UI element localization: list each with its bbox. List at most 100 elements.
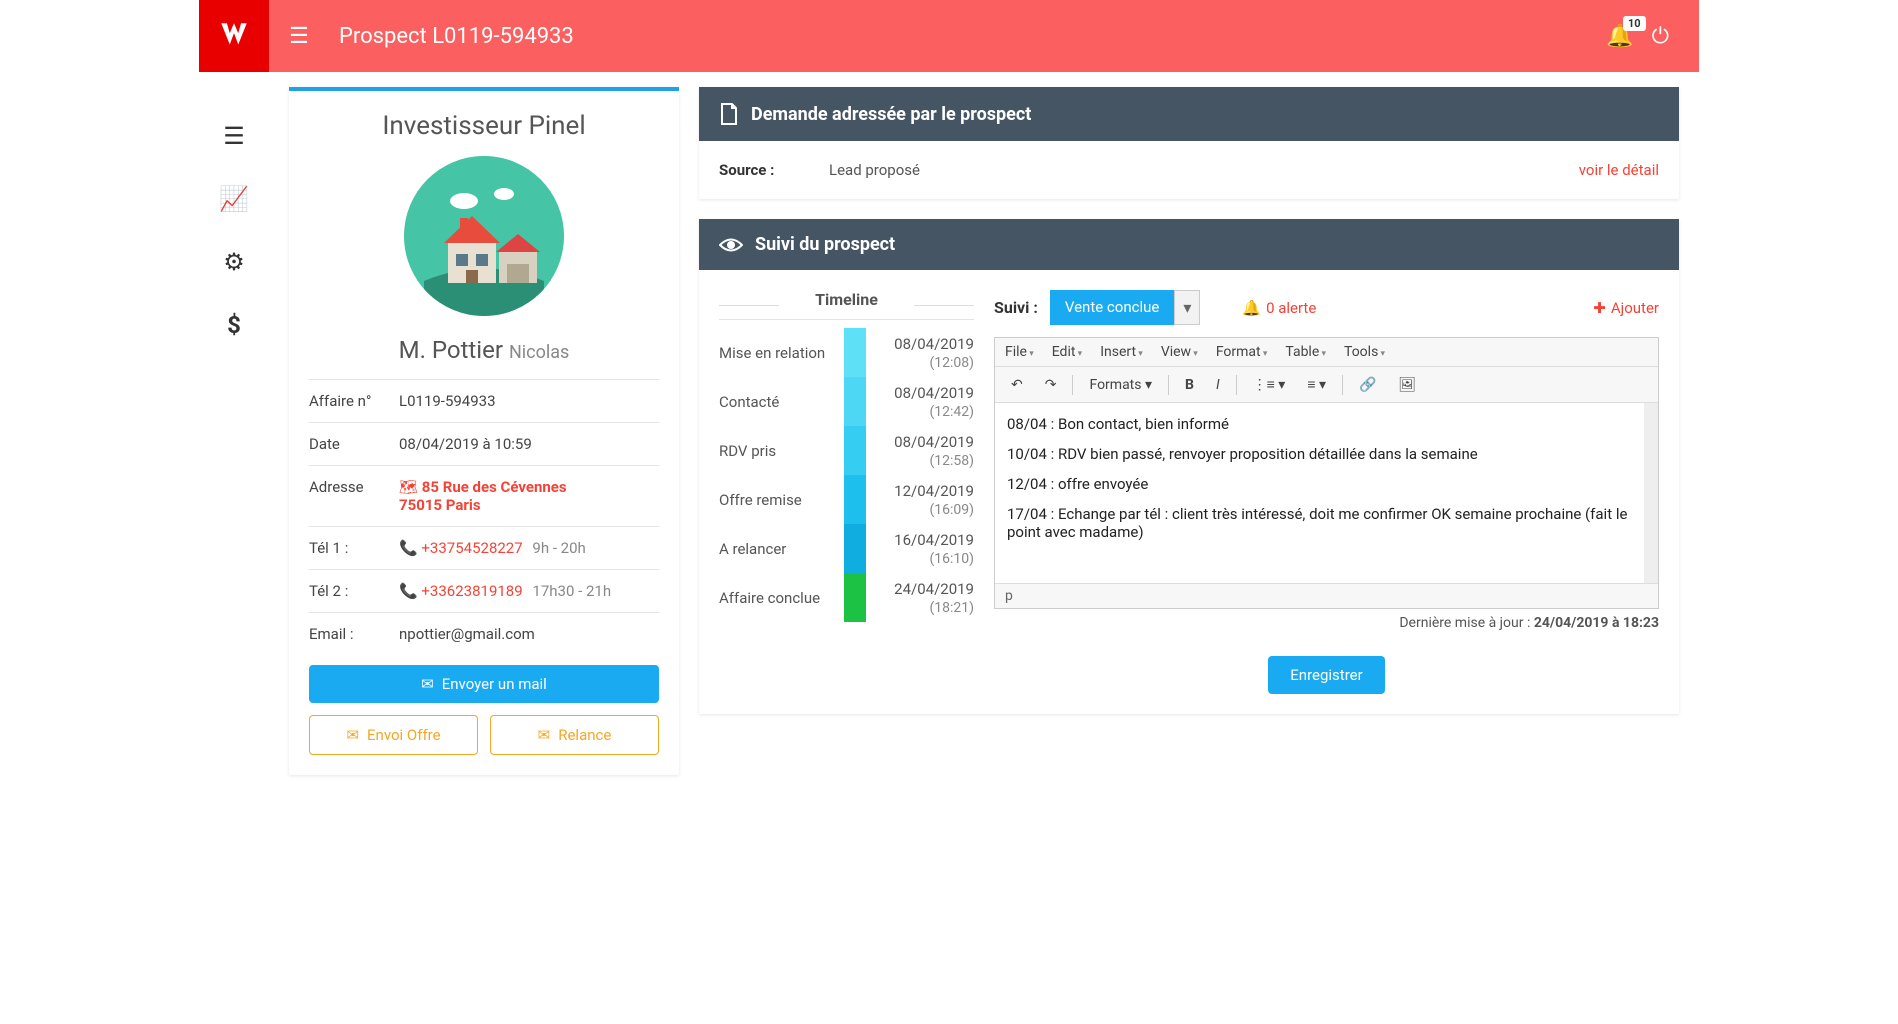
document-icon	[719, 102, 739, 126]
timeline-date: 08/04/2019(12:58)	[866, 433, 974, 469]
tel1-link[interactable]: +33754528227	[421, 539, 522, 557]
timeline-bar	[844, 524, 866, 573]
sidebar-item-money[interactable]: $	[227, 311, 241, 339]
gear-icon: ⚙	[223, 248, 245, 276]
timeline-date: 08/04/2019(12:08)	[866, 335, 974, 371]
map-icon: 🗺	[399, 478, 418, 496]
timeline-label: Mise en relation	[719, 344, 844, 362]
editor-menu-table[interactable]: Table	[1285, 344, 1326, 360]
timeline-date: 24/04/2019(18:21)	[866, 580, 974, 616]
prospect-card: Investisseur Pinel	[289, 87, 679, 775]
info-adresse: Adresse 🗺 85 Rue des Cévennes 75015 Pari…	[309, 465, 659, 526]
bold-button[interactable]: B	[1179, 374, 1200, 396]
timeline-label: Offre remise	[719, 491, 844, 509]
timeline-label: RDV pris	[719, 442, 844, 460]
editor-line: 17/04 : Echange par tél : client très in…	[1007, 505, 1632, 541]
timeline-row: Offre remise 12/04/2019(16:09)	[719, 475, 974, 524]
relance-button[interactable]: ✉ Relance	[490, 715, 659, 755]
suivi-select[interactable]: Vente conclue ▾	[1050, 290, 1201, 325]
editor-menubar: File Edit Insert View Format Table Tools	[995, 338, 1658, 367]
timeline-title: Timeline	[719, 290, 974, 320]
notifications-button[interactable]: 🔔 10	[1606, 24, 1633, 49]
bold-icon: B	[1185, 377, 1194, 393]
sidebar-item-settings[interactable]: ⚙	[223, 248, 245, 276]
editor-status-path: p	[995, 583, 1658, 608]
redo-icon: ↷	[1045, 377, 1057, 393]
timeline-row: Contacté 08/04/2019(12:42)	[719, 377, 974, 426]
eye-icon	[719, 236, 743, 254]
prospect-avatar	[404, 156, 564, 316]
editor-line: 10/04 : RDV bien passé, renvoyer proposi…	[1007, 445, 1632, 463]
demande-header: Demande adressée par le prospect	[699, 87, 1679, 141]
image-button[interactable]: 🖼	[1392, 374, 1422, 396]
menu-toggle-button[interactable]: ☰	[269, 24, 329, 49]
timeline-label: A relancer	[719, 540, 844, 558]
logo[interactable]	[199, 0, 269, 72]
editor-line: 12/04 : offre envoyée	[1007, 475, 1632, 493]
link-button[interactable]: 🔗	[1353, 374, 1382, 396]
editor-menu-format[interactable]: Format	[1216, 344, 1268, 360]
editor-menu-tools[interactable]: Tools	[1344, 344, 1385, 360]
house-icon	[404, 156, 564, 316]
timeline-bar	[844, 377, 866, 426]
info-tel1: Tél 1 : 📞 +33754528227 9h - 20h	[309, 526, 659, 569]
alert-link[interactable]: 🔔 0 alerte	[1242, 299, 1316, 317]
prospect-type-title: Investisseur Pinel	[309, 111, 659, 141]
editor-content[interactable]: 08/04 : Bon contact, bien informé10/04 :…	[995, 403, 1658, 583]
bullet-list-icon: ⋮≡	[1253, 377, 1275, 393]
demande-panel: Demande adressée par le prospect Source …	[699, 87, 1679, 199]
editor-menu-insert[interactable]: Insert	[1100, 344, 1143, 360]
timeline-bar	[844, 475, 866, 524]
chart-icon: 📈	[219, 185, 249, 213]
undo-button[interactable]: ↶	[1005, 374, 1029, 396]
editor-menu-file[interactable]: File	[1005, 344, 1034, 360]
timeline-row: A relancer 16/04/2019(16:10)	[719, 524, 974, 573]
plus-icon: ✚	[1593, 299, 1606, 317]
source-label: Source :	[719, 161, 829, 179]
chevron-down-icon: ▾	[1174, 290, 1200, 325]
sidebar-item-stats[interactable]: 📈	[219, 185, 249, 213]
list-icon: ☰	[223, 122, 245, 150]
info-date: Date 08/04/2019 à 10:59	[309, 422, 659, 465]
timeline-row: Affaire conclue 24/04/2019(18:21)	[719, 573, 974, 622]
prospect-name: M. Pottier Nicolas	[309, 336, 659, 364]
timeline-bar	[844, 328, 866, 377]
suivi-header: Suivi du prospect	[699, 219, 1679, 270]
link-icon: 🔗	[1359, 377, 1376, 393]
sidebar-item-list[interactable]: ☰	[223, 122, 245, 150]
phone-icon: 📞	[399, 582, 418, 600]
app-header: ☰ Prospect L0119-594933 🔔 10 ⏻	[199, 0, 1699, 72]
redo-button[interactable]: ↷	[1039, 374, 1063, 396]
mail-icon: ✉	[421, 675, 434, 693]
tel2-link[interactable]: +33623819189	[421, 582, 522, 600]
prospect-address-link[interactable]: 🗺 85 Rue des Cévennes 75015 Paris	[399, 478, 659, 514]
timeline: Timeline Mise en relation 08/04/2019(12:…	[719, 290, 974, 694]
info-tel2: Tél 2 : 📞 +33623819189 17h30 - 21h	[309, 569, 659, 612]
italic-button[interactable]: I	[1210, 374, 1226, 396]
page-title: Prospect L0119-594933	[339, 24, 574, 49]
image-icon: 🖼	[1398, 377, 1416, 393]
mail-icon: ✉	[538, 726, 551, 744]
numbered-list-button[interactable]: ≡ ▾	[1301, 373, 1332, 396]
timeline-label: Contacté	[719, 393, 844, 411]
editor-toolbar: ↶ ↷ Formats ▾ B I ⋮≡ ▾ ≡ ▾	[995, 367, 1658, 403]
ajouter-link[interactable]: ✚ Ajouter	[1593, 299, 1659, 317]
voir-detail-link[interactable]: voir le détail	[1579, 161, 1659, 179]
send-mail-button[interactable]: ✉ Envoyer un mail	[309, 665, 659, 703]
phone-icon: 📞	[399, 539, 418, 557]
dollar-icon: $	[227, 311, 241, 339]
mail-icon: ✉	[346, 726, 359, 744]
timeline-label: Affaire conclue	[719, 589, 844, 607]
editor-menu-view[interactable]: View	[1161, 344, 1198, 360]
suivi-panel: Suivi du prospect Timeline Mise en relat…	[699, 219, 1679, 714]
formats-dropdown[interactable]: Formats ▾	[1083, 374, 1158, 396]
timeline-row: Mise en relation 08/04/2019(12:08)	[719, 328, 974, 377]
info-affaire: Affaire n° L0119-594933	[309, 379, 659, 422]
editor-menu-edit[interactable]: Edit	[1052, 344, 1082, 360]
bullet-list-button[interactable]: ⋮≡ ▾	[1247, 373, 1292, 396]
save-button[interactable]: Enregistrer	[1268, 656, 1384, 694]
logout-button[interactable]: ⏻	[1652, 24, 1669, 49]
italic-icon: I	[1216, 377, 1220, 393]
send-offer-button[interactable]: ✉ Envoi Offre	[309, 715, 478, 755]
info-email: Email : npottier@gmail.com	[309, 612, 659, 655]
